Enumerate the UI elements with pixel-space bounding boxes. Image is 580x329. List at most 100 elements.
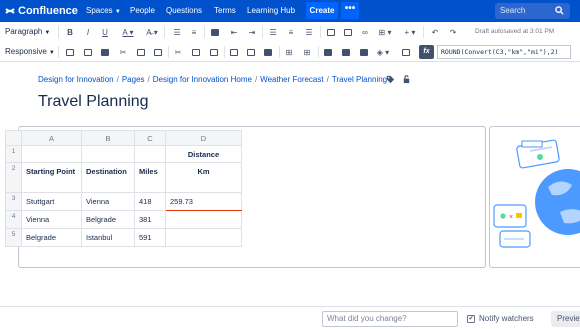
cut-row-icon[interactable]: ✂ [117,46,129,58]
link-icon[interactable]: ∞ [359,26,371,38]
bold-icon[interactable]: B [64,26,76,38]
table-cell[interactable]: Miles [134,162,166,193]
bullet-list-icon[interactable]: ☰ [171,26,183,38]
task-list-icon[interactable] [209,26,221,38]
breadcrumb-item[interactable]: Design for Innovation [38,75,114,84]
table-cell[interactable]: 381 [134,210,166,229]
align-center-icon[interactable]: ≡ [285,26,297,38]
italic-icon[interactable]: I [82,26,94,38]
selected-cell[interactable]: 259.73 [165,192,242,211]
row-number[interactable]: 5 [5,228,22,247]
align-right-icon[interactable]: ☰ [303,26,315,38]
breadcrumb-item[interactable]: Travel Planning [332,75,387,84]
change-description-input[interactable]: What did you change? [322,311,458,327]
table-row: 4 Vienna Belgrade 381 [5,210,242,229]
header-row-icon[interactable]: ⊞ [283,46,295,58]
restrictions-icon[interactable] [402,75,411,84]
table-cell[interactable] [165,210,242,229]
paste-column-icon[interactable] [208,46,220,58]
paste-row-icon[interactable] [152,46,164,58]
table-cell[interactable]: 591 [134,228,166,247]
column-header[interactable]: C [134,130,166,146]
more-formatting-icon[interactable]: A̶ ▾ [143,26,161,38]
breadcrumb-item[interactable]: Design for Innovation Home [153,75,252,84]
numbered-column-icon[interactable] [358,46,370,58]
table-cell[interactable]: 418 [134,192,166,211]
table-cell[interactable]: Starting Point [21,162,82,193]
breadcrumb-item[interactable]: Pages [122,75,145,84]
nav-questions[interactable]: Questions [166,6,202,15]
formula-input[interactable]: ROUND(Convert(C3,"km","mi"),2) [437,45,571,59]
chevron-down-icon: ▼ [44,30,51,36]
table-cell[interactable]: Vienna [21,210,82,229]
corner-cell[interactable] [5,130,22,146]
column-header[interactable]: D [165,130,242,146]
notify-watchers[interactable]: ✔ Notify watchers [467,314,534,323]
function-icon[interactable]: fx [419,45,434,59]
nav-people[interactable]: People [130,6,155,15]
insert-icon[interactable]: + ▾ [401,26,419,38]
more-button[interactable]: ••• [341,2,359,19]
table-row: 1 Distance [5,145,242,163]
image-icon[interactable] [342,26,354,38]
column-header[interactable]: A [21,130,82,146]
table-cell[interactable]: Km [165,162,242,193]
underline-icon[interactable]: U [99,26,111,38]
paragraph-style-select[interactable]: Paragraph ▼ [5,27,50,36]
confluence-logo[interactable]: Confluence [5,3,78,19]
delete-column-icon[interactable] [262,46,274,58]
split-cell-icon[interactable] [340,46,352,58]
merge-cells-icon[interactable] [322,46,334,58]
cut-column-icon[interactable]: ✂ [172,46,184,58]
table-cell[interactable] [134,145,166,163]
search-input[interactable]: Search [495,3,570,19]
delete-table-icon[interactable] [400,46,412,58]
insert-column-right-icon[interactable] [245,46,257,58]
table-cell[interactable] [21,145,82,163]
page-title[interactable]: Travel Planning [38,93,149,111]
nav-spaces[interactable]: Spaces ▼ [86,6,121,15]
column-header[interactable]: B [81,130,135,146]
table-cell[interactable] [165,228,242,247]
row-number[interactable]: 2 [5,162,22,193]
notify-watchers-checkbox[interactable]: ✔ [467,314,475,323]
breadcrumb-item[interactable]: Weather Forecast [260,75,323,84]
align-left-icon[interactable]: ☰ [267,26,279,38]
row-number[interactable]: 4 [5,210,22,229]
responsive-select[interactable]: Responsive ▼ [5,47,55,56]
divider [58,26,59,38]
table-icon[interactable]: ⊞ ▾ [376,26,394,38]
row-number[interactable]: 1 [5,145,22,163]
copy-column-icon[interactable] [190,46,202,58]
insert-row-below-icon[interactable] [82,46,94,58]
delete-row-icon[interactable] [99,46,111,58]
undo-icon[interactable]: ↶ [429,26,441,38]
outdent-icon[interactable]: ⇤ [228,26,240,38]
row-number[interactable]: 3 [5,192,22,211]
create-button[interactable]: Create [306,2,338,19]
redo-icon[interactable]: ↷ [447,26,459,38]
insert-row-above-icon[interactable] [64,46,76,58]
divider [279,46,280,58]
insert-column-left-icon[interactable] [228,46,240,58]
nav-learning-hub[interactable]: Learning Hub [247,6,295,15]
indent-icon[interactable]: ⇥ [246,26,258,38]
logo-text: Confluence [18,5,78,17]
cell-color-icon[interactable]: ◈ ▾ [374,46,392,58]
text-color-icon[interactable]: A ▾ [119,26,137,38]
table-cell[interactable]: Destination [81,162,135,193]
table-cell[interactable]: Distance [165,145,242,163]
table-cell[interactable]: Belgrade [81,210,135,229]
table-cell[interactable]: Istanbul [81,228,135,247]
header-column-icon[interactable]: ⊞ [301,46,313,58]
nav-terms[interactable]: Terms [214,6,236,15]
preview-button[interactable]: Preview [551,311,580,327]
table-cell[interactable]: Stuttgart [21,192,82,211]
numbered-list-icon[interactable]: ≡ [188,26,200,38]
layout-icon[interactable] [325,26,337,38]
table-cell[interactable]: Belgrade [21,228,82,247]
label-icon[interactable] [386,75,395,84]
copy-row-icon[interactable] [135,46,147,58]
table-cell[interactable]: Vienna [81,192,135,211]
table-cell[interactable] [81,145,135,163]
